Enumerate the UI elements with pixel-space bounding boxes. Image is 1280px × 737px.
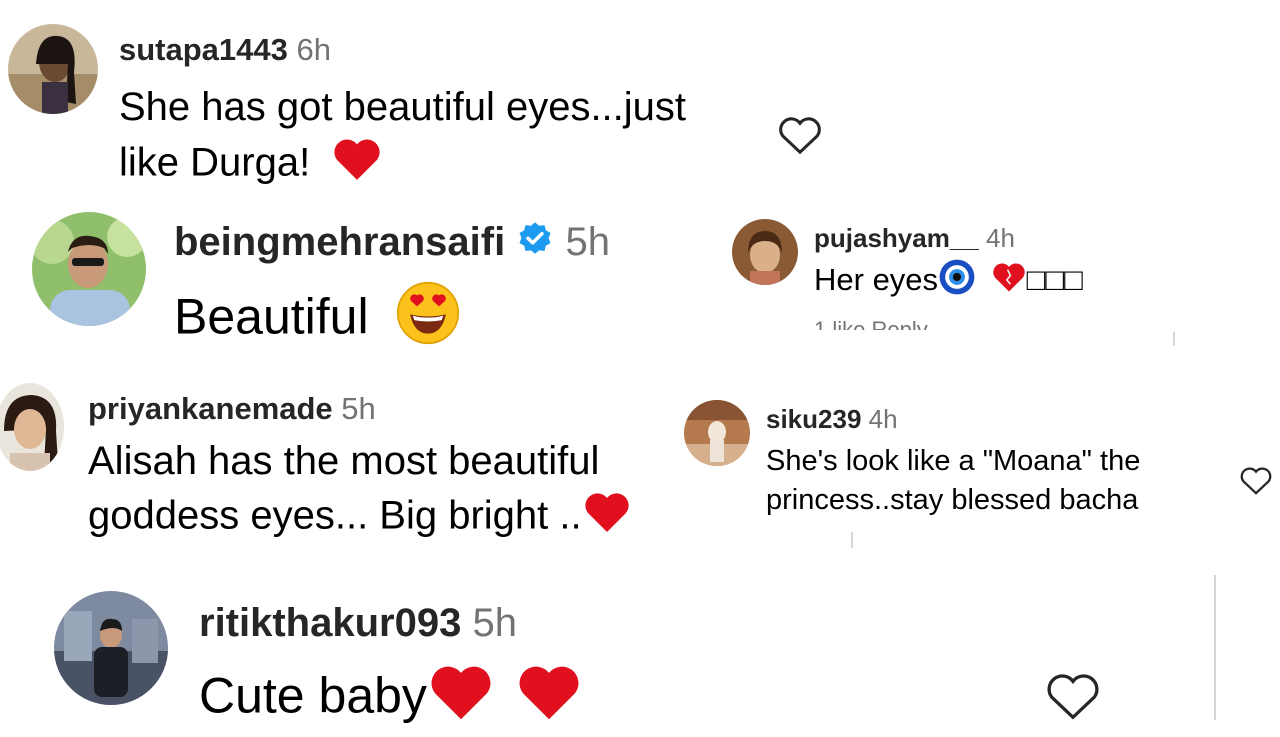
comment-text-line: Her eyes	[814, 262, 939, 298]
comment-header: beingmehransaifi 5h	[174, 220, 610, 268]
comment-text-line: princess..stay blessed bacha	[766, 484, 1139, 517]
divider	[1214, 575, 1216, 720]
username[interactable]: ritikthakur093	[199, 601, 461, 645]
divider	[1173, 332, 1175, 346]
avatar[interactable]	[0, 383, 64, 471]
timestamp[interactable]: 5h	[565, 220, 610, 264]
red-heart-icon	[331, 136, 383, 194]
heart-icon	[991, 261, 1027, 303]
timestamp[interactable]: 5h	[472, 601, 517, 645]
comment-header: pujashyam__ 4h	[814, 223, 1015, 254]
username[interactable]: sutapa1443	[119, 32, 288, 67]
username[interactable]: priyankanemade	[88, 391, 333, 426]
comment-text: Cute baby	[199, 662, 583, 737]
timestamp[interactable]: 4h	[869, 404, 898, 434]
red-heart-icon	[515, 662, 583, 737]
comment-header: siku239 4h	[766, 404, 898, 435]
comment-text-line: Cute baby	[199, 667, 427, 724]
username[interactable]: beingmehransaifi	[174, 220, 505, 264]
red-heart-icon	[427, 662, 495, 737]
like-heart-icon[interactable]	[777, 114, 823, 156]
comment-text-line: like Durga!	[119, 136, 686, 194]
comment-text-line: She's look like a "Moana" the	[766, 445, 1141, 477]
comment-text: Beautiful	[174, 280, 461, 361]
nazar-amulet-icon	[938, 258, 976, 306]
comment-text-line: goddess eyes... Big bright ..	[88, 490, 632, 546]
comment-text-line: Beautiful	[174, 288, 369, 345]
comment-header: priyankanemade 5h	[88, 391, 376, 427]
comment-header: sutapa1443 6h	[119, 32, 331, 68]
unsupported-glyphs: □□□	[1026, 262, 1083, 298]
comment-meta[interactable]: 1 like Reply	[814, 316, 928, 330]
comment-header: ritikthakur093 5h	[199, 601, 517, 646]
verified-badge-icon	[516, 220, 554, 268]
avatar[interactable]	[8, 24, 98, 114]
avatar[interactable]	[732, 219, 798, 285]
timestamp[interactable]: 4h	[986, 223, 1015, 253]
red-heart-icon	[582, 490, 632, 546]
comment-text-line: Alisah has the most beautiful	[88, 439, 600, 483]
heart-eyes-face-icon	[395, 280, 461, 361]
comment-text: She has got beautiful eyes...just like D…	[119, 82, 686, 194]
username[interactable]: pujashyam__	[814, 223, 979, 253]
comment-text-line: She has got beautiful eyes...just	[119, 85, 687, 129]
comment-text: Her eyes □□□	[814, 258, 1083, 306]
username[interactable]: siku239	[766, 404, 861, 434]
comment-text-line-2: goddess eyes... Big bright ..	[88, 493, 582, 538]
divider	[851, 532, 853, 548]
like-heart-icon[interactable]	[1044, 670, 1102, 722]
timestamp[interactable]: 5h	[341, 391, 375, 426]
like-heart-icon[interactable]	[1239, 465, 1273, 496]
comment-text: She's look like a "Moana" the princess..…	[766, 442, 1140, 521]
like-reply-text[interactable]: 1 like Reply	[814, 317, 928, 330]
avatar[interactable]	[32, 212, 146, 326]
comment-text: Alisah has the most beautiful goddess ey…	[88, 436, 632, 546]
comment-text-line-2: like Durga!	[119, 140, 311, 185]
timestamp[interactable]: 6h	[297, 32, 331, 67]
avatar[interactable]	[54, 591, 168, 705]
avatar[interactable]	[684, 400, 750, 466]
